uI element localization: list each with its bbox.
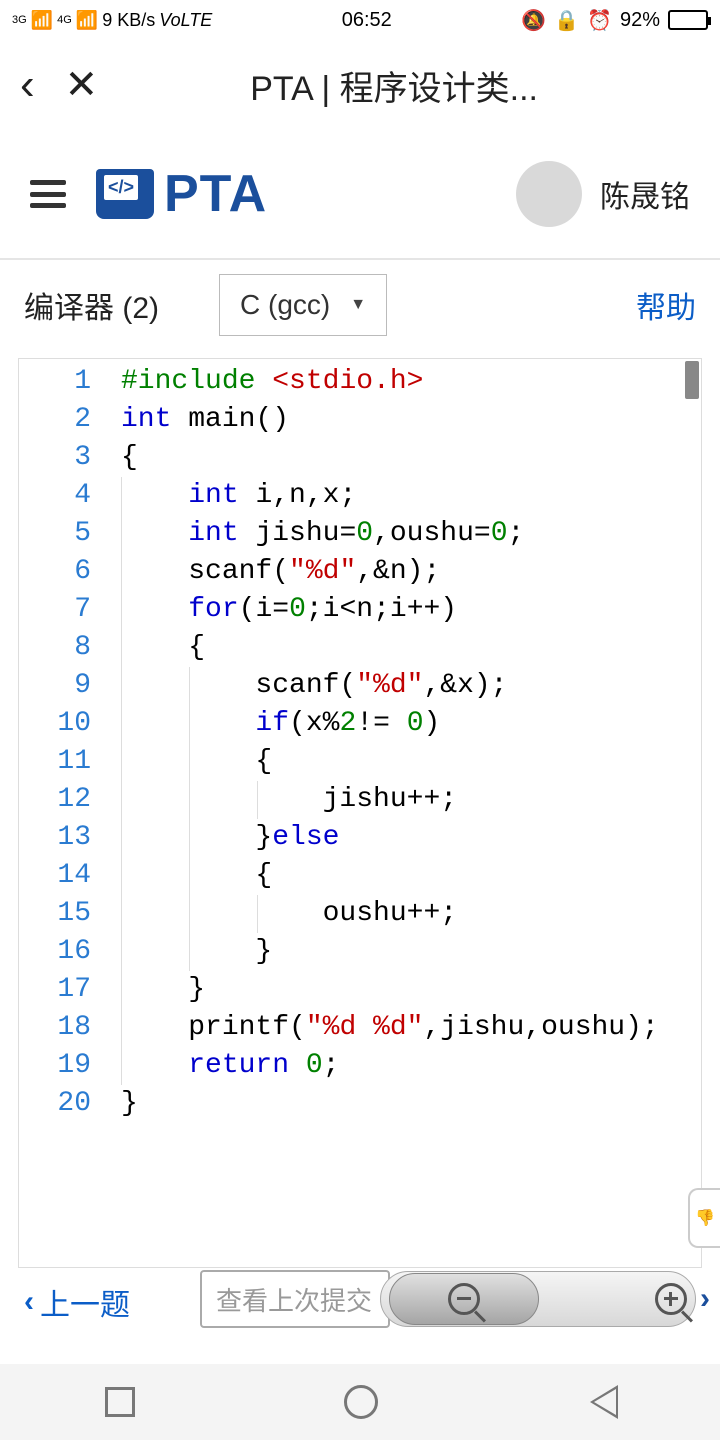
compiler-label: 编译器 (2) [24, 283, 159, 327]
back-nav-icon[interactable] [587, 1385, 615, 1419]
close-icon[interactable]: ✕ [65, 62, 99, 108]
browser-bar: ‹ ✕ PTA | 程序设计类... [0, 40, 720, 130]
logo-text: PTA [164, 164, 267, 224]
back-icon[interactable]: ‹ [20, 60, 35, 110]
signal-4g: 4G [57, 14, 72, 26]
status-time: 06:52 [342, 9, 392, 32]
code-editor[interactable]: 1234567891011121314151617181920 #include… [18, 358, 702, 1268]
lock-icon: 🔒 [554, 8, 579, 33]
zoom-out-knob[interactable] [389, 1273, 539, 1325]
bottom-track: 查看上次提交 › [200, 1268, 710, 1330]
dnd-icon: 🔕 [521, 8, 546, 33]
username[interactable]: 陈晟铭 [600, 172, 690, 216]
status-right: 🔕 🔒 ⏰ 92% [521, 8, 708, 33]
signal-3g: 3G [12, 14, 27, 26]
chevron-down-icon: ▼ [350, 296, 366, 314]
status-left: 3G 📶 4G 📶 9 KB/s VoLTE [12, 10, 212, 31]
scrollbar-thumb[interactable] [685, 361, 699, 399]
home-icon[interactable] [344, 1385, 378, 1419]
logo-mark-icon [96, 169, 154, 219]
page-title: PTA | 程序设计类... [128, 61, 700, 110]
zoom-bar[interactable] [380, 1271, 696, 1327]
signal-bars-icon: 📶 [31, 10, 53, 31]
next-icon[interactable]: › [700, 1282, 710, 1316]
zoom-out-icon [448, 1283, 480, 1315]
chevron-left-icon: ‹ [24, 1285, 34, 1319]
net-speed: 9 KB/s [102, 10, 155, 31]
compiler-selected: C (gcc) [240, 289, 330, 321]
line-gutter: 1234567891011121314151617181920 [19, 359, 109, 1127]
hamburger-icon[interactable] [30, 180, 66, 208]
app-header: PTA 陈晟铭 [0, 130, 720, 260]
system-nav-bar [0, 1364, 720, 1440]
battery-pct: 92% [620, 9, 660, 32]
zoom-in-icon[interactable] [655, 1283, 687, 1315]
code-content[interactable]: #include <stdio.h>int main(){ int i,n,x;… [109, 359, 659, 1127]
signal-bars-icon: 📶 [76, 10, 98, 31]
compiler-toolbar: 编译器 (2) C (gcc) ▼ 帮助 [0, 260, 720, 350]
last-submit-label: 查看上次提交 [216, 1281, 372, 1318]
alarm-icon: ⏰ [587, 8, 612, 33]
battery-icon [668, 10, 708, 30]
feedback-tab[interactable]: 👎 [688, 1188, 720, 1248]
volte-label: VoLTE [159, 10, 212, 31]
status-bar: 3G 📶 4G 📶 9 KB/s VoLTE 06:52 🔕 🔒 ⏰ 92% [0, 0, 720, 40]
thumbs-down-icon: 👎 [695, 1208, 715, 1228]
recents-icon[interactable] [105, 1387, 135, 1417]
prev-label: 上一题 [40, 1280, 130, 1324]
last-submit-button[interactable]: 查看上次提交 [200, 1270, 390, 1328]
help-link[interactable]: 帮助 [636, 283, 696, 327]
prev-button[interactable]: ‹ 上一题 [24, 1280, 130, 1324]
compiler-select[interactable]: C (gcc) ▼ [219, 274, 387, 336]
avatar[interactable] [516, 161, 582, 227]
logo[interactable]: PTA [96, 164, 267, 224]
